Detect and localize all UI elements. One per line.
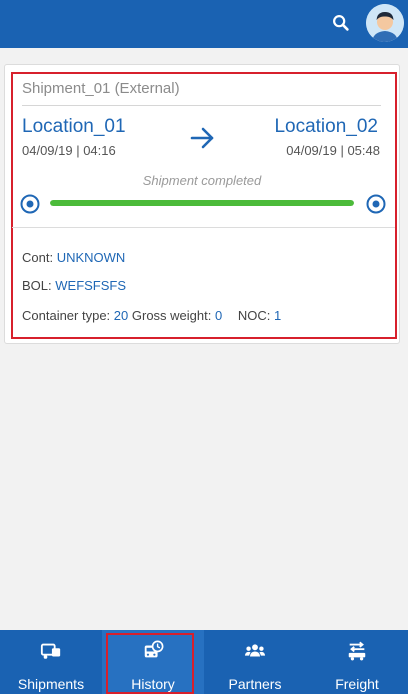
shipments-icon <box>40 643 61 659</box>
origin-location: Location_01 <box>22 116 126 137</box>
arrow-right-icon <box>190 127 214 149</box>
shipment-status: Shipment completed <box>142 173 262 188</box>
container-type-value: 20 <box>113 308 129 323</box>
user-avatar-icon <box>366 4 404 42</box>
partners-icon <box>244 644 266 657</box>
tab-label: Freight <box>335 676 379 692</box>
tab-label: Partners <box>228 676 282 692</box>
gross-weight-label: Gross weight: <box>131 308 212 323</box>
gross-weight-value: 0 <box>215 308 223 323</box>
tab-label: Shipments <box>17 676 85 692</box>
progress-fill <box>50 200 354 206</box>
app-header <box>0 0 408 48</box>
noc-label: NOC: <box>237 308 271 323</box>
freight-icon <box>348 641 366 661</box>
destination-datetime: 04/09/19 | 05:48 <box>286 143 380 158</box>
destination-location: Location_02 <box>274 116 378 137</box>
avatar[interactable] <box>366 4 404 42</box>
search-icon[interactable] <box>330 12 352 34</box>
cont-value: UNKNOWN <box>56 250 126 265</box>
bol-info: BOL: WEFSFSFS <box>22 278 126 293</box>
container-details: Container type: 20 Gross weight: 0 NOC: … <box>22 308 281 323</box>
bottom-nav: Shipments History Partners Freight <box>0 630 408 694</box>
divider <box>22 105 381 106</box>
tab-history[interactable]: History <box>102 630 204 694</box>
container-info: Cont: UNKNOWN <box>22 250 125 265</box>
tab-label: History <box>131 676 175 692</box>
bol-value: WEFSFSFS <box>55 278 127 293</box>
progress-end-icon <box>366 194 386 214</box>
bol-label: BOL: <box>22 278 52 293</box>
tab-freight[interactable]: Freight <box>306 630 408 694</box>
tab-shipments[interactable]: Shipments <box>0 630 102 694</box>
progress-bar <box>50 200 354 206</box>
shipment-name: Shipment_01 (External) <box>22 80 180 97</box>
noc-value: 1 <box>273 308 282 323</box>
container-type-label: Container type: <box>22 308 111 323</box>
tab-partners[interactable]: Partners <box>204 630 306 694</box>
divider <box>12 227 395 228</box>
origin-datetime: 04/09/19 | 04:16 <box>22 143 116 158</box>
cont-label: Cont: <box>22 250 54 265</box>
progress-start-icon <box>20 194 40 214</box>
history-icon <box>144 640 164 658</box>
